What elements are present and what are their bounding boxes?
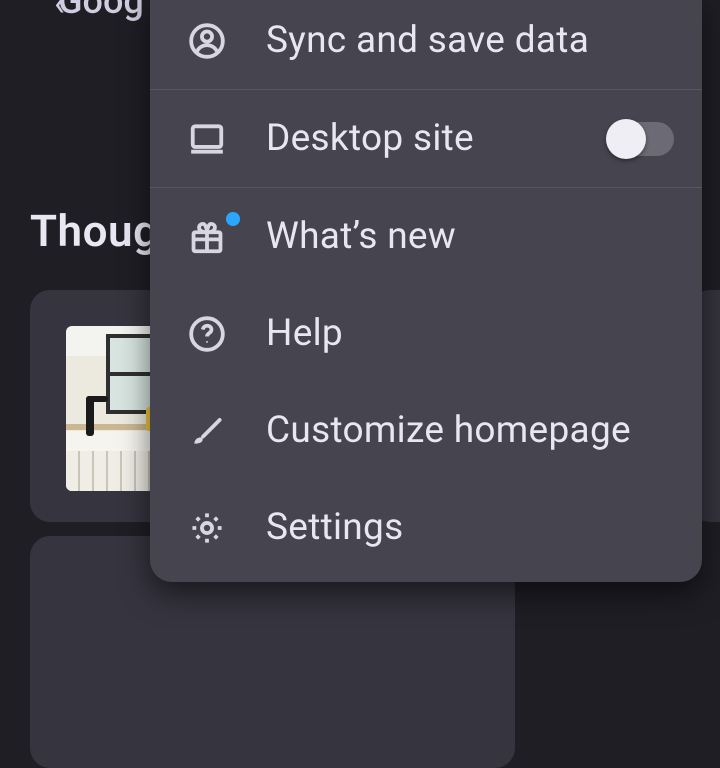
address-bar-fragment: Goog xyxy=(58,0,144,22)
section-title: Thoug xyxy=(30,205,159,257)
account-circle-icon xyxy=(182,22,232,60)
menu-item-label: Customize homepage xyxy=(266,409,674,452)
menu-item-whats-new[interactable]: What’s new xyxy=(150,188,702,285)
menu-item-label: Sync and save data xyxy=(266,19,674,62)
menu-item-label: Help xyxy=(266,312,674,355)
gift-icon xyxy=(182,218,232,256)
brush-icon xyxy=(182,412,232,450)
desktop-icon xyxy=(182,120,232,158)
menu-item-help[interactable]: Help xyxy=(150,285,702,382)
notification-dot-icon xyxy=(226,212,240,226)
help-icon xyxy=(182,315,232,353)
menu-item-customize-homepage[interactable]: Customize homepage xyxy=(150,382,702,479)
menu-item-label: Settings xyxy=(266,506,674,549)
menu-item-settings[interactable]: Settings xyxy=(150,479,702,576)
gear-icon xyxy=(182,509,232,547)
menu-item-label: What’s new xyxy=(266,215,674,258)
desktop-site-toggle[interactable] xyxy=(608,122,674,156)
menu-item-desktop-site[interactable]: Desktop site xyxy=(150,90,702,187)
menu-item-sync[interactable]: Sync and save data xyxy=(150,0,702,89)
menu-item-label: Desktop site xyxy=(266,117,608,160)
overflow-menu: Sync and save data Desktop site What’s n… xyxy=(150,0,702,582)
